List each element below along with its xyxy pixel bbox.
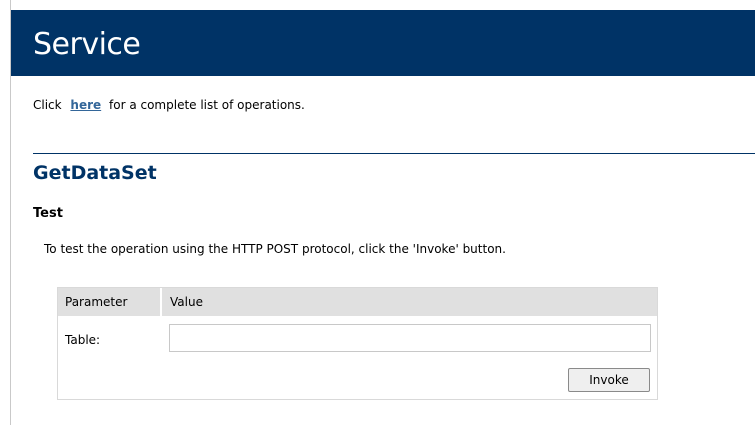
intro-suffix: for a complete list of operations. [109, 98, 305, 112]
table-param-label: Table: [65, 333, 101, 347]
section-divider [33, 153, 755, 154]
service-banner: Service [11, 10, 755, 76]
header-value: Value [170, 295, 203, 309]
invoke-button[interactable]: Invoke [568, 368, 650, 392]
table-param-input[interactable] [169, 324, 651, 352]
intro-prefix: Click [33, 98, 62, 112]
parameters-table: Parameter Value Table: Invoke [57, 287, 658, 400]
test-heading: Test [33, 206, 63, 221]
operations-intro: Click here for a complete list of operat… [33, 97, 305, 113]
operation-title: GetDataSet [33, 162, 157, 184]
test-description: To test the operation using the HTTP POS… [44, 242, 506, 256]
header-parameter: Parameter [65, 295, 128, 309]
parameters-table-header: Parameter Value [58, 288, 657, 316]
page-title: Service [33, 27, 141, 62]
operations-list-link[interactable]: here [70, 98, 101, 112]
header-separator [160, 288, 162, 316]
